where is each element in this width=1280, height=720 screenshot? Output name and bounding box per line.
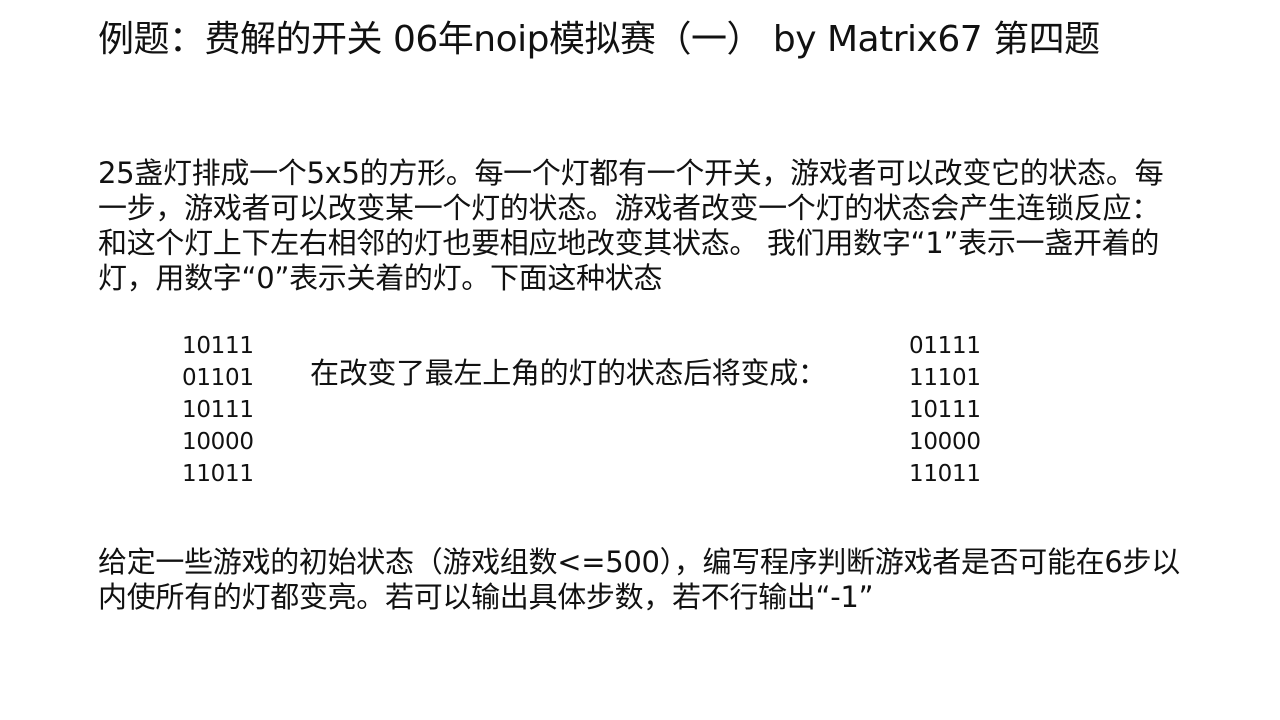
result-grid: 01111 11101 10111 10000 11011 [909,330,981,490]
result-grid-row: 10000 [909,429,981,455]
initial-grid-row: 10111 [182,333,254,359]
problem-description: 25盏灯排成一个5x5的方形。每一个灯都有一个开关，游戏者可以改变它的状态。每一… [98,156,1164,295]
task-statement: 给定一些游戏的初始状态（游戏组数<=500），编写程序判断游戏者是否可能在6步以… [98,545,1180,614]
initial-grid-row: 10000 [182,429,254,455]
result-grid-row: 11101 [909,365,981,391]
result-grid-row: 01111 [909,333,981,359]
slide-title: 例题：费解的开关 06年noip模拟赛（一） by Matrix67 第四题 [98,19,1100,60]
transition-text: 在改变了最左上角的灯的状态后将变成： [310,356,827,390]
result-grid-row: 11011 [909,461,981,487]
initial-grid: 10111 01101 10111 10000 11011 [182,330,254,490]
slide: 例题：费解的开关 06年noip模拟赛（一） by Matrix67 第四题 2… [0,0,1280,720]
initial-grid-row: 10111 [182,397,254,423]
result-grid-row: 10111 [909,397,981,423]
initial-grid-row: 01101 [182,365,254,391]
initial-grid-row: 11011 [182,461,254,487]
